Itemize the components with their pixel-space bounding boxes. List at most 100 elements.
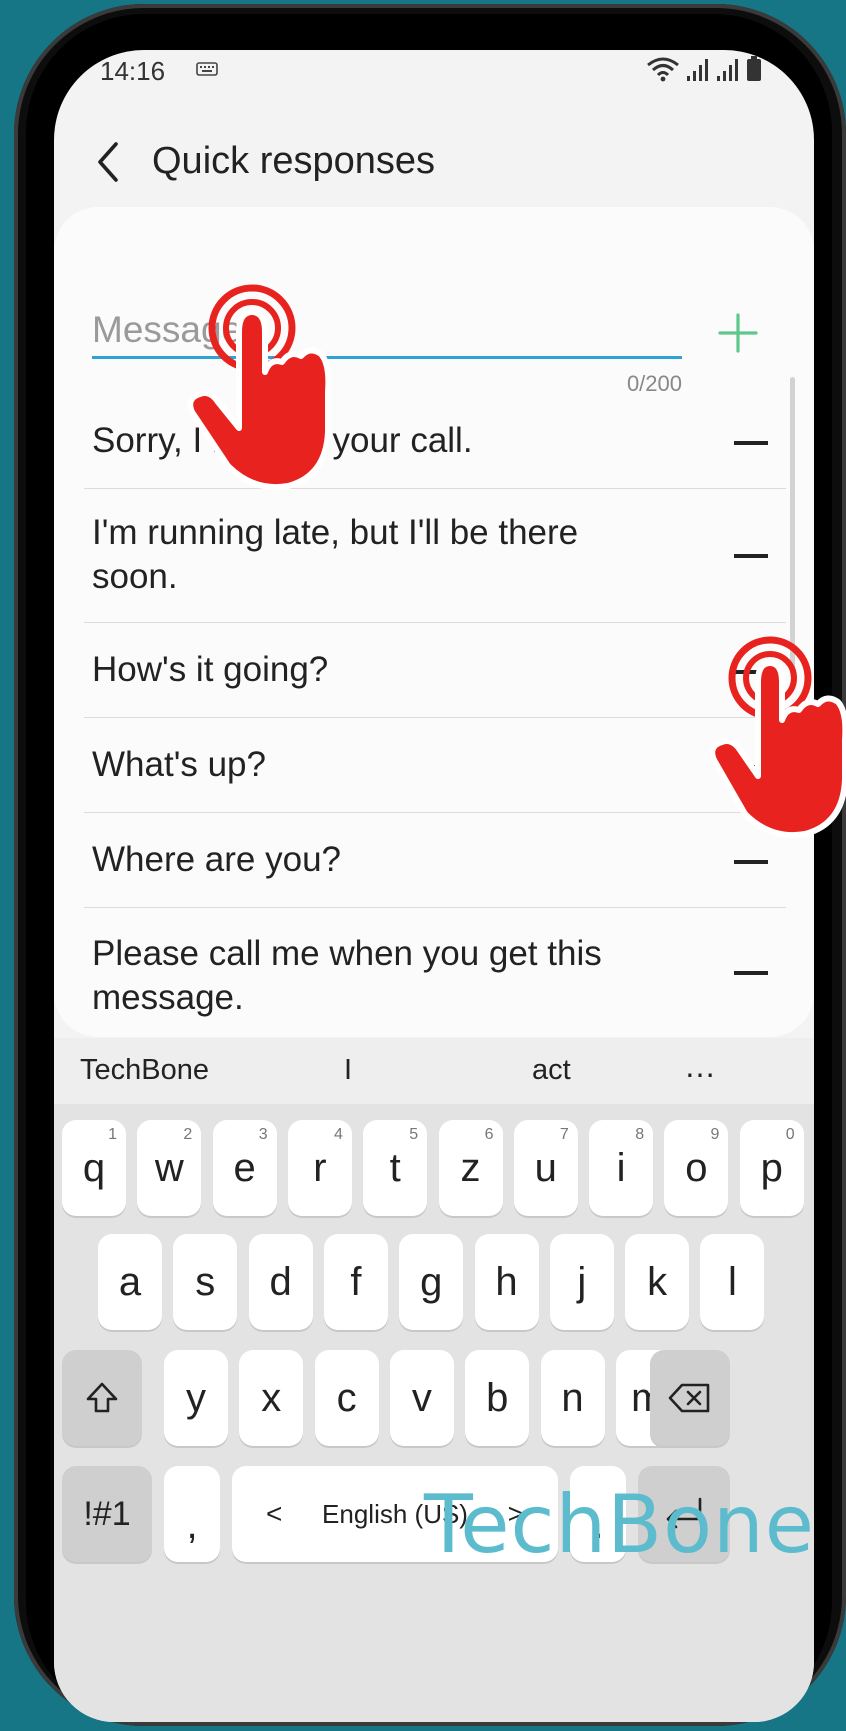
letter-key[interactable]: q1: [62, 1120, 126, 1216]
key-label: d: [269, 1259, 292, 1304]
techbone-watermark: TechBone: [424, 1478, 814, 1571]
key-label: l: [727, 1259, 737, 1304]
letter-key[interactable]: o9: [664, 1120, 729, 1216]
key-label: k: [647, 1259, 668, 1304]
letter-key[interactable]: t5: [363, 1120, 428, 1216]
list-item[interactable]: Please call me when you get this message…: [84, 908, 786, 1038]
remove-button[interactable]: [734, 971, 768, 975]
status-bar: 14:16: [54, 50, 814, 90]
key-label: x: [261, 1375, 282, 1420]
key-label: z: [460, 1145, 481, 1190]
suggestion-bar: TechBone I act …: [54, 1038, 814, 1104]
status-time: 14:16: [100, 56, 166, 86]
key-label: s: [195, 1259, 216, 1304]
comma-key-label: ,: [186, 1502, 198, 1547]
status-icons: [646, 56, 762, 82]
scrollbar[interactable]: [790, 377, 795, 677]
key-number-hint: 3: [258, 1126, 268, 1143]
comma-key[interactable]: ,: [164, 1466, 220, 1562]
signal-icon-2: [717, 59, 738, 81]
letter-key[interactable]: k: [625, 1234, 690, 1330]
response-text: Please call me when you get this message…: [92, 934, 602, 1017]
shift-icon: [86, 1382, 118, 1413]
key-label: j: [577, 1259, 587, 1304]
key-label: i: [616, 1145, 626, 1190]
letter-key[interactable]: f: [323, 1234, 388, 1330]
letter-key[interactable]: w2: [137, 1120, 202, 1216]
key-number-hint: 2: [183, 1126, 193, 1143]
suggestion-left[interactable]: TechBone: [80, 1054, 209, 1087]
key-label: p: [760, 1145, 783, 1190]
list-item[interactable]: How's it going?: [84, 623, 786, 718]
letter-key[interactable]: v: [389, 1350, 454, 1446]
char-count: 0/200: [626, 371, 682, 396]
response-text: How's it going?: [92, 650, 329, 689]
add-icon[interactable]: [716, 311, 760, 355]
letter-key[interactable]: n: [540, 1350, 605, 1446]
key-label: v: [411, 1375, 432, 1420]
letter-key[interactable]: x: [239, 1350, 304, 1446]
letter-key[interactable]: c: [314, 1350, 379, 1446]
letter-key[interactable]: j: [549, 1234, 614, 1330]
letter-key[interactable]: y: [164, 1350, 228, 1446]
letter-key[interactable]: h: [474, 1234, 539, 1330]
letter-key[interactable]: s: [173, 1234, 238, 1330]
key-number-hint: 9: [710, 1126, 720, 1143]
remove-button[interactable]: [734, 554, 768, 558]
key-label: n: [561, 1375, 584, 1420]
more-suggestions-button[interactable]: …: [684, 1048, 716, 1085]
response-text: I'm running late, but I'll be there soon…: [92, 513, 579, 596]
key-label: w: [154, 1145, 184, 1190]
letter-key[interactable]: p0: [739, 1120, 804, 1216]
back-button[interactable]: [90, 138, 130, 186]
key-number-hint: 7: [559, 1126, 569, 1143]
tap-hand-icon: [710, 636, 846, 839]
key-label: r: [313, 1145, 327, 1190]
backspace-key[interactable]: [650, 1350, 730, 1446]
letter-key[interactable]: u7: [513, 1120, 578, 1216]
letter-key[interactable]: g: [399, 1234, 464, 1330]
keyboard-status-icon: [196, 62, 218, 76]
key-label: h: [495, 1259, 518, 1304]
key-label: c: [336, 1375, 357, 1420]
key-label: t: [389, 1145, 401, 1190]
suggestion-right[interactable]: act: [532, 1054, 571, 1087]
letter-key[interactable]: a: [98, 1234, 162, 1330]
letter-key[interactable]: z6: [438, 1120, 503, 1216]
key-label: y: [186, 1375, 206, 1420]
letter-key[interactable]: b: [465, 1350, 530, 1446]
response-text: Where are you?: [92, 840, 342, 879]
letter-key[interactable]: d: [248, 1234, 313, 1330]
key-label: b: [486, 1375, 509, 1420]
key-label: g: [420, 1259, 443, 1304]
keyboard: q1w2e3r4t5z6u7i8o9p0 asdfghjkl yxcvbnm !…: [54, 1104, 814, 1722]
key-number-hint: 5: [409, 1126, 419, 1143]
key-number-hint: 1: [108, 1126, 117, 1143]
remove-button[interactable]: [734, 441, 768, 445]
message-input[interactable]: [92, 303, 682, 359]
list-item[interactable]: What's up?: [84, 718, 786, 813]
letter-key[interactable]: i8: [589, 1120, 654, 1216]
key-label: e: [233, 1145, 256, 1190]
remove-button[interactable]: [734, 860, 768, 864]
symbols-key[interactable]: !#1: [62, 1466, 152, 1562]
space-left-arrow[interactable]: <: [266, 1498, 282, 1530]
suggestion-middle[interactable]: I: [344, 1054, 352, 1087]
responses-card: 0/200 Sorry, I missed your call. I'm run…: [54, 207, 814, 1037]
key-label: a: [118, 1259, 142, 1304]
list-item[interactable]: Where are you?: [84, 813, 786, 908]
app-header: Quick responses: [54, 120, 814, 200]
wifi-icon: [647, 57, 679, 82]
letter-key[interactable]: r4: [287, 1120, 352, 1216]
key-label: q: [82, 1145, 106, 1190]
key-number-hint: 6: [484, 1126, 494, 1143]
message-input-wrap: 0/200: [92, 303, 682, 396]
list-item[interactable]: I'm running late, but I'll be there soon…: [84, 489, 786, 623]
shift-key[interactable]: [62, 1350, 142, 1446]
letter-key[interactable]: l: [700, 1234, 765, 1330]
key-number-hint: 4: [333, 1126, 343, 1143]
key-label: o: [685, 1145, 708, 1190]
response-text: Sorry, I missed your call.: [92, 421, 473, 460]
letter-key[interactable]: e3: [212, 1120, 277, 1216]
backspace-icon: [668, 1383, 710, 1413]
